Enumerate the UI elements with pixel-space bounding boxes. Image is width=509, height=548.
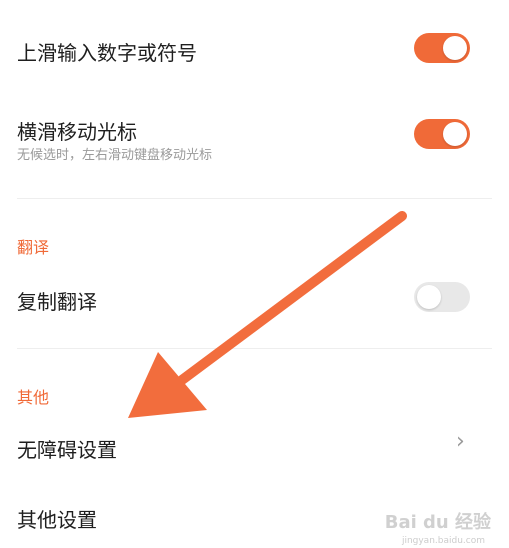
setting-accessibility-title: 无障碍设置 — [17, 438, 117, 462]
setting-copy-translate-title: 复制翻译 — [17, 290, 97, 314]
copy-translate-toggle[interactable] — [414, 282, 470, 312]
slide-up-toggle[interactable] — [414, 33, 470, 63]
swipe-cursor-toggle[interactable] — [414, 119, 470, 149]
setting-accessibility-row[interactable]: 无障碍设置 › — [0, 414, 509, 478]
setting-slide-up-row[interactable]: 上滑输入数字或符号 — [0, 0, 509, 100]
section-header-other: 其他 — [17, 388, 50, 407]
divider — [17, 348, 492, 349]
toggle-knob — [417, 285, 441, 309]
baidu-watermark-logo: Bai du 经验 — [384, 512, 491, 533]
setting-swipe-cursor-title: 横滑移动光标 — [17, 120, 137, 144]
divider — [17, 198, 492, 199]
chevron-right-icon: › — [456, 429, 465, 454]
setting-other-settings-title: 其他设置 — [17, 508, 97, 532]
baidu-watermark-url: jingyan.baidu.com — [401, 536, 485, 546]
section-header-translate: 翻译 — [17, 238, 50, 257]
toggle-knob — [443, 122, 467, 146]
setting-slide-up-title: 上滑输入数字或符号 — [17, 41, 197, 65]
setting-copy-translate-row[interactable]: 复制翻译 — [0, 265, 509, 330]
setting-swipe-cursor-subtitle: 无候选时，左右滑动键盘移动光标 — [17, 148, 213, 163]
toggle-knob — [443, 36, 467, 60]
setting-swipe-cursor-row[interactable]: 横滑移动光标 无候选时，左右滑动键盘移动光标 — [0, 100, 509, 198]
